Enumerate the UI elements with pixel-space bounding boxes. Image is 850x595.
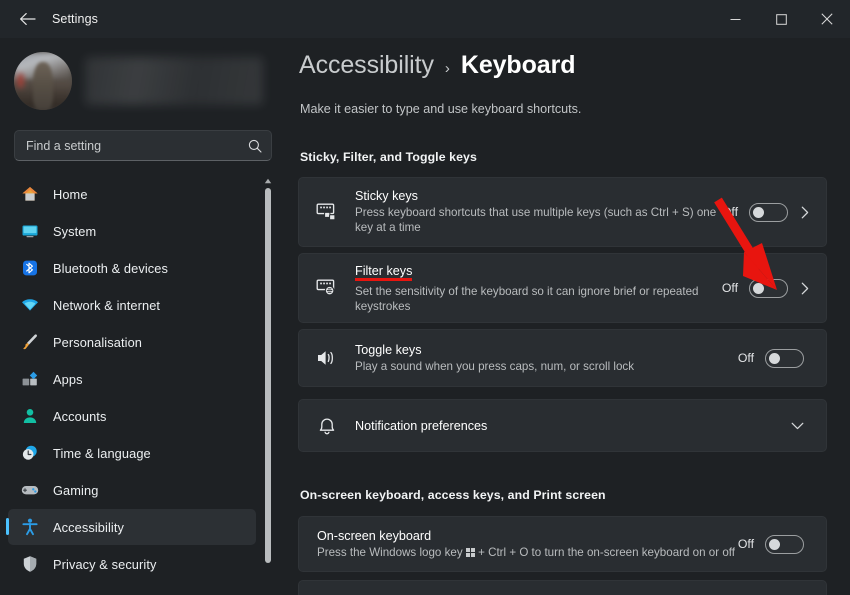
- sticky-keys-icon: [313, 198, 341, 226]
- account-row[interactable]: [14, 50, 272, 112]
- avatar-subject: [33, 62, 54, 110]
- card-description-prefix: Press the Windows logo key: [317, 546, 466, 559]
- sidebar-item-label: Network & internet: [53, 298, 160, 313]
- main-content: Accessibility › Keyboard Make it easier …: [282, 38, 850, 595]
- minimize-icon: [730, 14, 741, 25]
- sidebar-item-personalisation[interactable]: Personalisation: [8, 324, 256, 360]
- card-description: Set the sensitivity of the keyboard so i…: [355, 284, 722, 314]
- sidebar-item-label: Gaming: [53, 483, 98, 498]
- avatar-detail: [17, 73, 24, 88]
- card-next-partial[interactable]: [298, 580, 827, 595]
- card-description-suffix: + Ctrl + O to turn the on-screen keyboar…: [475, 546, 735, 559]
- card-title: Notification preferences: [355, 419, 786, 433]
- chevron-right-icon[interactable]: [794, 282, 816, 295]
- apps-icon: [20, 369, 40, 389]
- paintbrush-icon: [20, 332, 40, 352]
- search-icon: [248, 139, 262, 153]
- card-description: Press keyboard shortcuts that use multip…: [355, 205, 722, 235]
- sidebar-item-bluetooth-devices[interactable]: Bluetooth & devices: [8, 250, 256, 286]
- card-title: Filter keys: [355, 264, 412, 278]
- maximize-button[interactable]: [758, 0, 804, 38]
- sidebar-scrollbar[interactable]: [262, 176, 274, 595]
- card-description: Press the Windows logo key + Ctrl + O to…: [317, 545, 738, 560]
- bell-icon: [313, 412, 341, 440]
- maximize-icon: [776, 14, 787, 25]
- scrollbar-thumb[interactable]: [265, 188, 271, 563]
- card-notification-preferences[interactable]: Notification preferences: [298, 399, 827, 452]
- on-screen-keyboard-state-label: Off: [738, 537, 754, 551]
- sidebar-item-label: Home: [53, 187, 88, 202]
- sidebar-item-privacy-security[interactable]: Privacy & security: [8, 546, 256, 582]
- settings-window: Settings: [0, 0, 850, 595]
- card-title: Toggle keys: [355, 343, 738, 357]
- section-heading-onscreen-keyboard: On-screen keyboard, access keys, and Pri…: [300, 488, 606, 502]
- sidebar-item-label: Accounts: [53, 409, 106, 424]
- sidebar-item-time-language[interactable]: Time & language: [8, 435, 256, 471]
- sidebar-nav: Home System: [8, 176, 256, 583]
- sidebar-item-label: Time & language: [53, 446, 151, 461]
- sidebar-item-home[interactable]: Home: [8, 176, 256, 212]
- sidebar: Find a setting Home: [0, 38, 282, 595]
- window-controls: [712, 0, 850, 38]
- scroll-up-arrow-icon[interactable]: [263, 176, 273, 186]
- filter-keys-icon: [313, 274, 341, 302]
- home-icon: [20, 184, 40, 204]
- on-screen-keyboard-toggle[interactable]: [765, 535, 804, 554]
- sidebar-item-system[interactable]: System: [8, 213, 256, 249]
- title-bar: Settings: [0, 0, 850, 38]
- filter-keys-state-label: Off: [722, 281, 738, 295]
- breadcrumb: Accessibility › Keyboard: [299, 51, 575, 80]
- clock-icon: [20, 443, 40, 463]
- sidebar-item-label: System: [53, 224, 96, 239]
- sidebar-item-accessibility[interactable]: Accessibility: [8, 509, 256, 545]
- card-sticky-keys[interactable]: Sticky keys Press keyboard shortcuts tha…: [298, 177, 827, 247]
- window-title: Settings: [52, 12, 98, 26]
- toggle-keys-state-label: Off: [738, 351, 754, 365]
- sidebar-item-label: Privacy & security: [53, 557, 157, 572]
- bluetooth-icon: [20, 258, 40, 278]
- card-description: Play a sound when you press caps, num, o…: [355, 359, 723, 374]
- windows-logo-key-icon: [466, 548, 475, 557]
- filter-keys-toggle[interactable]: [749, 279, 788, 298]
- back-button[interactable]: [10, 4, 44, 34]
- sticky-keys-state-label: Off: [722, 205, 738, 219]
- sticky-keys-toggle[interactable]: [749, 203, 788, 222]
- sidebar-item-label: Accessibility: [53, 520, 124, 535]
- close-icon: [821, 13, 833, 25]
- breadcrumb-separator-icon: ›: [445, 60, 450, 77]
- chevron-right-icon[interactable]: [794, 206, 816, 219]
- sidebar-item-label: Apps: [53, 372, 83, 387]
- page-title: Keyboard: [461, 51, 576, 80]
- search-input[interactable]: Find a setting: [14, 130, 272, 161]
- account-name-redacted: [85, 57, 263, 105]
- wifi-icon: [20, 295, 40, 315]
- card-filter-keys[interactable]: Filter keys Set the sensitivity of the k…: [298, 253, 827, 323]
- toggle-keys-sound-icon: [313, 344, 341, 372]
- minimize-button[interactable]: [712, 0, 758, 38]
- card-title: On-screen keyboard: [317, 529, 738, 543]
- accessibility-icon: [20, 517, 40, 537]
- card-on-screen-keyboard[interactable]: On-screen keyboard Press the Windows log…: [298, 516, 827, 572]
- page-subtitle: Make it easier to type and use keyboard …: [300, 102, 581, 116]
- search-placeholder: Find a setting: [26, 139, 248, 153]
- gamepad-icon: [20, 480, 40, 500]
- sidebar-item-network-internet[interactable]: Network & internet: [8, 287, 256, 323]
- toggle-keys-toggle[interactable]: [765, 349, 804, 368]
- chevron-down-icon[interactable]: [786, 422, 808, 430]
- sidebar-item-gaming[interactable]: Gaming: [8, 472, 256, 508]
- avatar[interactable]: [14, 52, 72, 110]
- sidebar-item-accounts[interactable]: Accounts: [8, 398, 256, 434]
- close-button[interactable]: [804, 0, 850, 38]
- breadcrumb-parent-link[interactable]: Accessibility: [299, 51, 434, 80]
- sidebar-item-apps[interactable]: Apps: [8, 361, 256, 397]
- account-icon: [20, 406, 40, 426]
- sidebar-item-label: Personalisation: [53, 335, 142, 350]
- back-arrow-icon: [19, 12, 36, 26]
- shield-icon: [20, 554, 40, 574]
- card-toggle-keys[interactable]: Toggle keys Play a sound when you press …: [298, 329, 827, 387]
- system-icon: [20, 221, 40, 241]
- sidebar-item-label: Bluetooth & devices: [53, 261, 168, 276]
- section-heading-sticky-filter-toggle: Sticky, Filter, and Toggle keys: [300, 150, 477, 164]
- card-title: Sticky keys: [355, 189, 722, 203]
